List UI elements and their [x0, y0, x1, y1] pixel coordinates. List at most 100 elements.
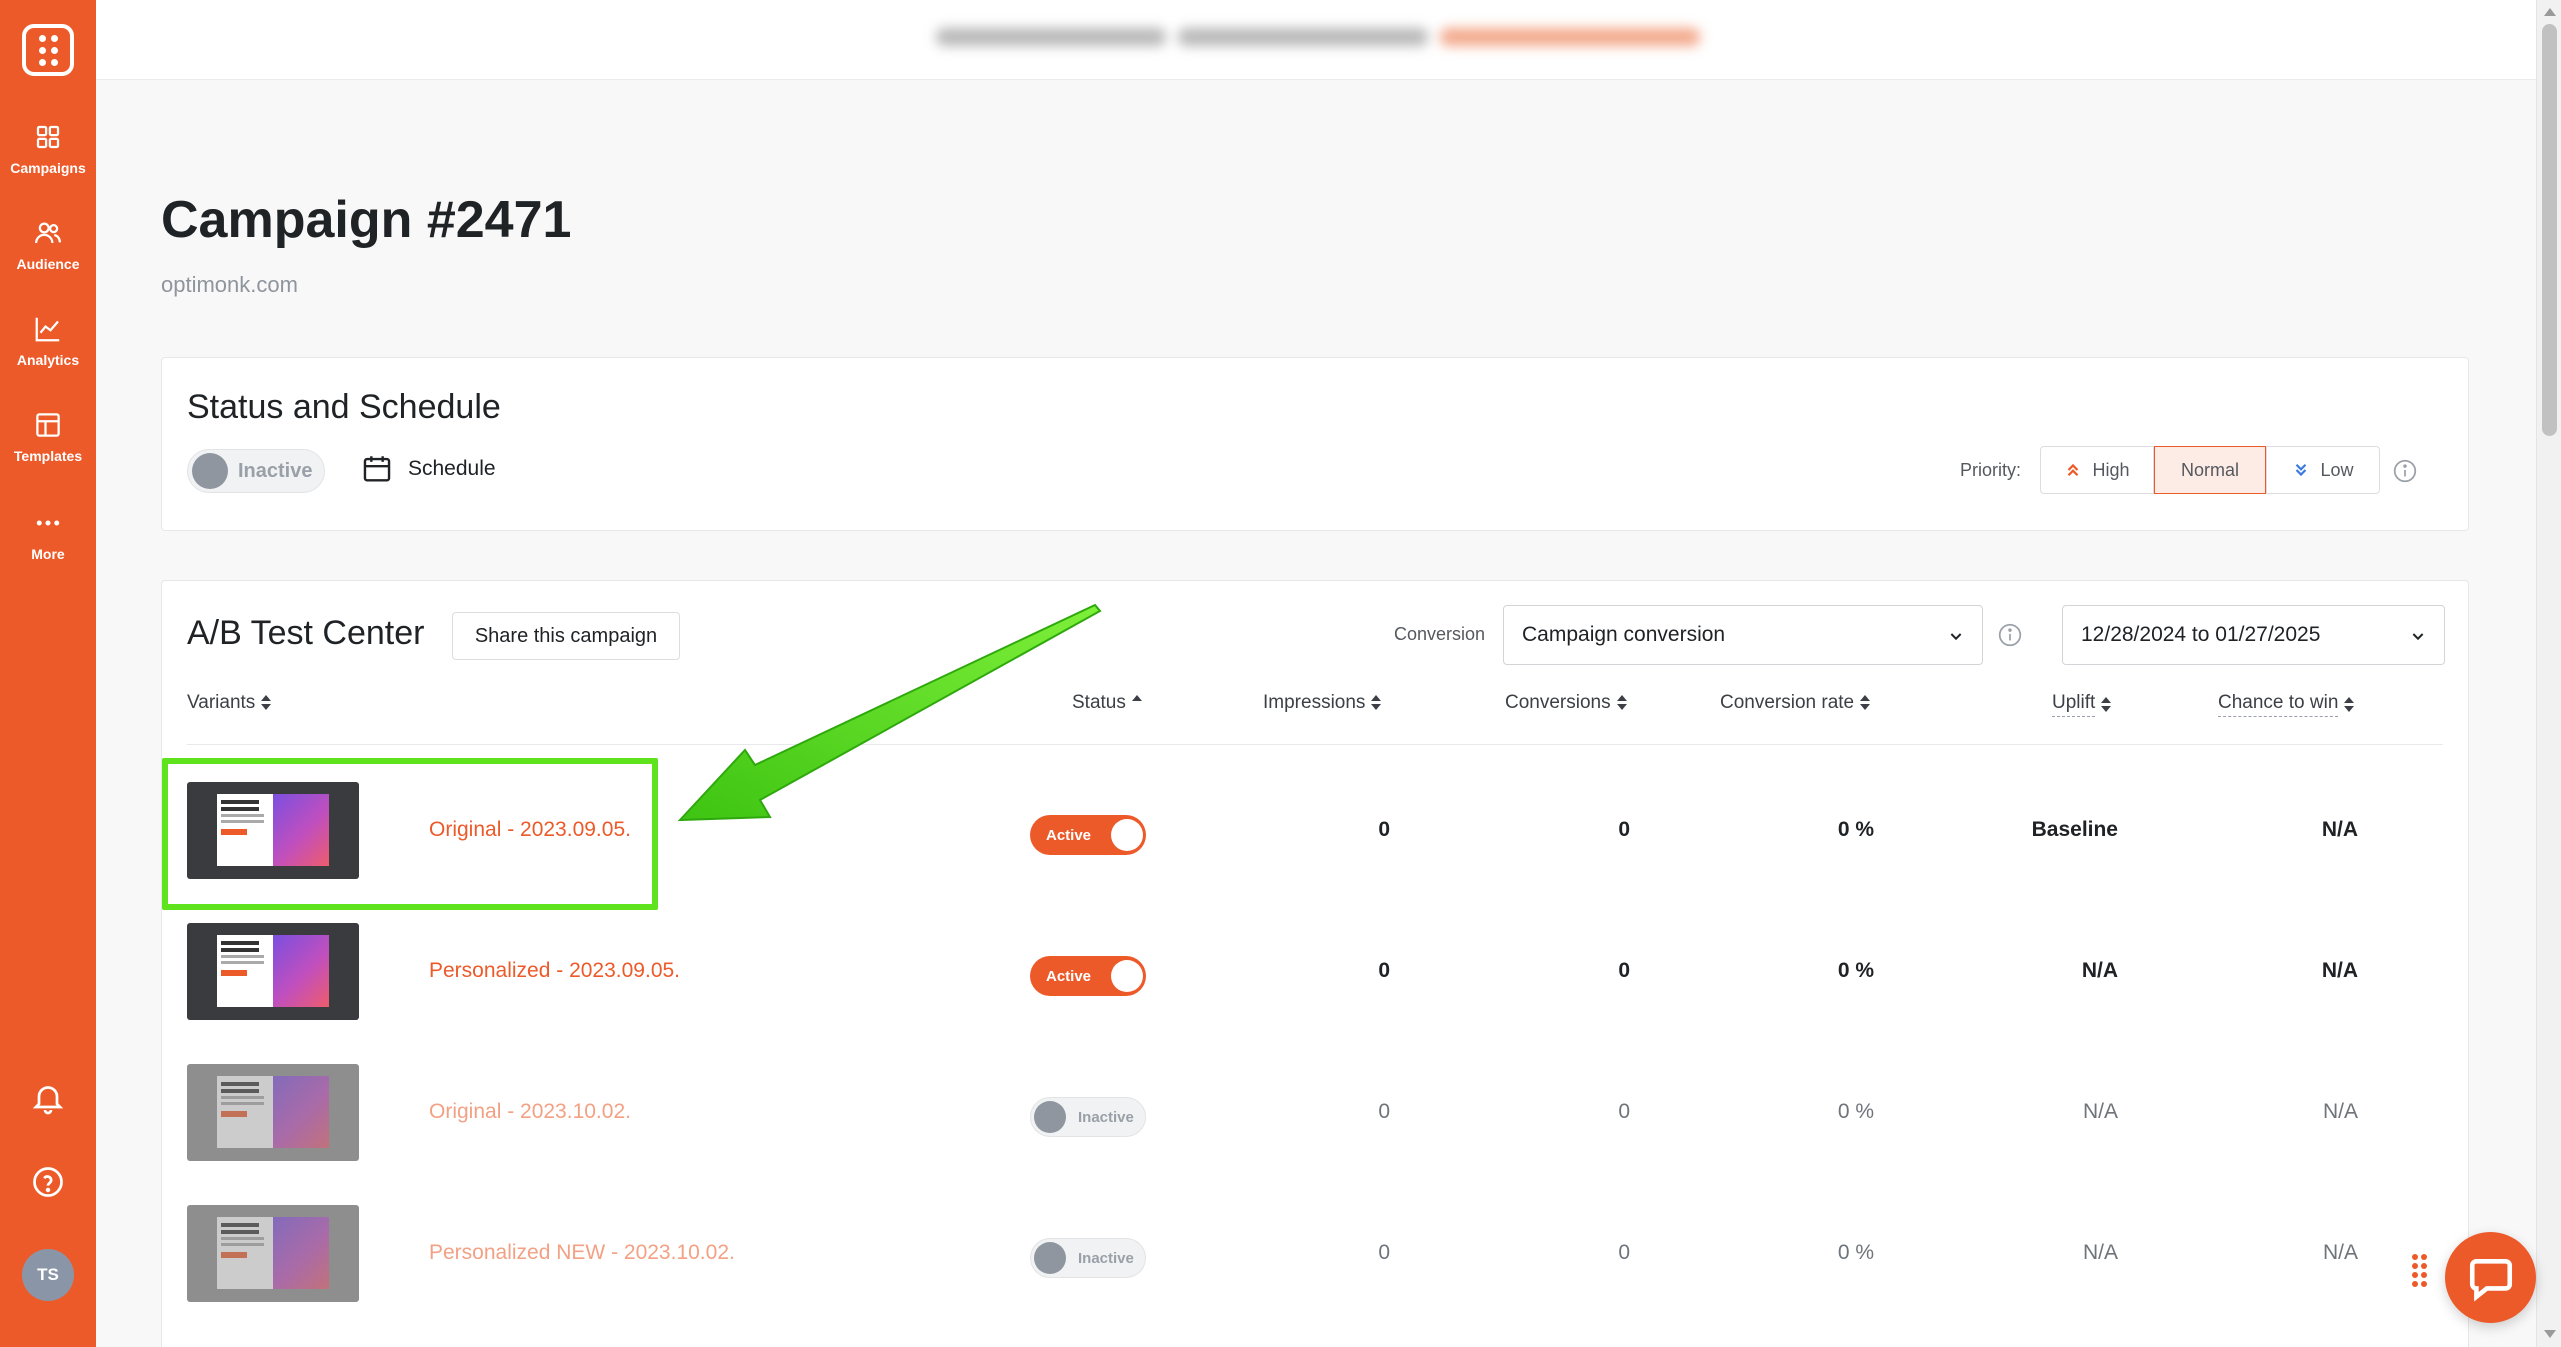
status-schedule-card	[161, 357, 2469, 531]
chevrons-down-icon	[2296, 463, 2307, 477]
annotation-arrow-icon	[677, 603, 1102, 822]
variant-name-link[interactable]: Personalized NEW - 2023.10.02.	[429, 1241, 735, 1265]
column-header-variants[interactable]: Variants	[187, 692, 272, 714]
conversion-rate-value: 0 %	[1837, 1100, 1874, 1123]
column-header-label: Variants	[187, 692, 256, 713]
priority-high-button[interactable]: High	[2040, 446, 2154, 494]
impressions-value: 0	[1378, 959, 1390, 982]
sort-icon	[1860, 695, 1871, 711]
column-header-label: Impressions	[1263, 692, 1366, 713]
users-icon	[35, 222, 61, 244]
avatar[interactable]: TS	[22, 1249, 74, 1301]
variant-status-toggle[interactable]: Inactive	[1030, 1238, 1146, 1278]
column-header-chance-to-win[interactable]: Chance to win	[2218, 692, 2355, 717]
chance-to-win-value: N/A	[2322, 1100, 2358, 1123]
more-icon	[36, 520, 60, 526]
column-header-impressions[interactable]: Impressions	[1263, 692, 1382, 714]
sidebar-item-label: Audience	[16, 256, 80, 272]
priority-normal-label: Normal	[2180, 459, 2239, 480]
chevrons-up-icon	[2068, 463, 2079, 477]
sidebar: Campaigns Audience Analytics Templates M…	[0, 0, 96, 1347]
sidebar-item-campaigns[interactable]: Campaigns	[0, 122, 96, 202]
conversions-value: 0	[1618, 1100, 1630, 1123]
sidebar-item-more[interactable]: More	[0, 508, 96, 588]
grid-icon	[36, 125, 60, 149]
campaign-status-toggle[interactable]: Inactive	[187, 449, 325, 493]
conversions-value: 0	[1618, 959, 1630, 982]
blurred-notice	[936, 22, 1796, 52]
toggle-knob	[192, 453, 228, 489]
variant-name-link[interactable]: Personalized - 2023.09.05.	[429, 959, 680, 983]
priority-high-label: High	[2092, 459, 2130, 480]
chance-to-win-value: N/A	[2321, 818, 2358, 841]
top-bar	[96, 0, 2536, 80]
chevron-down-icon	[1950, 633, 1962, 641]
header-divider	[187, 744, 2443, 745]
toggle-knob	[1111, 960, 1143, 992]
priority-normal-button[interactable]: Normal	[2154, 446, 2266, 494]
column-header-label: Conversion rate	[1720, 692, 1855, 713]
chat-bubble-icon	[2469, 1258, 2512, 1302]
conversion-select-value: Campaign conversion	[1522, 623, 1726, 646]
variant-thumbnail[interactable]	[187, 1064, 359, 1161]
optimonk-logo[interactable]	[22, 24, 74, 76]
sidebar-item-audience[interactable]: Audience	[0, 218, 96, 298]
conversions-value: 0	[1618, 1241, 1630, 1264]
info-icon[interactable]	[2392, 458, 2418, 484]
variant-status-label: Inactive	[1078, 1108, 1134, 1126]
sort-icon	[1371, 695, 1382, 711]
date-range-select[interactable]: 12/28/2024 to 01/27/2025	[2062, 605, 2445, 665]
conversion-select[interactable]: Campaign conversion	[1503, 605, 1983, 665]
highlight-box	[162, 758, 658, 910]
conversion-rate-value: 0 %	[1837, 1241, 1874, 1264]
conversions-value: 0	[1618, 818, 1630, 841]
sidebar-item-analytics[interactable]: Analytics	[0, 314, 96, 394]
priority-selector: High Normal Low	[2040, 446, 2380, 494]
campaign-domain: optimonk.com	[161, 272, 298, 297]
impressions-value: 0	[1378, 818, 1390, 841]
sort-icon	[2344, 696, 2355, 713]
conversion-rate-value: 0 %	[1837, 818, 1874, 841]
variant-status-toggle[interactable]: Active	[1030, 956, 1146, 996]
chat-button[interactable]	[2445, 1232, 2536, 1323]
column-header-label: Chance to win	[2218, 692, 2339, 717]
scroll-up-arrow[interactable]	[2544, 8, 2556, 16]
scroll-thumb[interactable]	[2542, 24, 2557, 436]
share-campaign-button[interactable]: Share this campaign	[452, 612, 680, 660]
sort-icon	[1616, 695, 1627, 711]
variant-name-link[interactable]: Original - 2023.10.02.	[429, 1100, 631, 1124]
sidebar-item-label: Templates	[13, 448, 83, 464]
column-header-uplift[interactable]: Uplift	[2052, 692, 2112, 717]
status-label: Inactive	[238, 459, 313, 482]
sort-icon	[2101, 696, 2112, 713]
conversion-label: Conversion	[1394, 624, 1486, 644]
vertical-scrollbar[interactable]	[2536, 0, 2561, 1347]
variant-thumbnail[interactable]	[187, 1205, 359, 1302]
sidebar-item-templates[interactable]: Templates	[0, 410, 96, 490]
column-header-conversions[interactable]: Conversions	[1505, 692, 1627, 714]
help-icon[interactable]	[30, 1164, 66, 1200]
drag-handle-icon[interactable]	[2412, 1254, 2427, 1287]
toggle-knob	[1034, 1101, 1066, 1133]
app-window: Campaigns Audience Analytics Templates M…	[0, 0, 2561, 1347]
conversion-rate-value: 0 %	[1837, 959, 1874, 982]
priority-low-label: Low	[2320, 459, 2354, 480]
schedule-label: Schedule	[408, 457, 496, 480]
uplift-value: N/A	[2082, 1241, 2118, 1264]
bell-icon[interactable]	[30, 1080, 66, 1116]
variant-thumbnail[interactable]	[187, 923, 359, 1020]
column-header-label: Conversions	[1505, 692, 1611, 713]
chart-line-icon	[35, 317, 60, 342]
sidebar-item-label: More	[31, 546, 65, 562]
chevron-down-icon	[2412, 633, 2424, 641]
ab-test-title: A/B Test Center	[187, 614, 425, 652]
scroll-down-arrow[interactable]	[2544, 1330, 2556, 1338]
priority-low-button[interactable]: Low	[2266, 446, 2380, 494]
chance-to-win-value: N/A	[2321, 959, 2358, 982]
variant-status-toggle[interactable]: Inactive	[1030, 1097, 1146, 1137]
status-schedule-title: Status and Schedule	[187, 388, 501, 426]
sort-asc-icon	[1131, 695, 1142, 703]
info-icon[interactable]	[1997, 622, 2023, 648]
schedule-button[interactable]: Schedule	[360, 452, 496, 486]
column-header-conversion-rate[interactable]: Conversion rate	[1720, 692, 1871, 714]
